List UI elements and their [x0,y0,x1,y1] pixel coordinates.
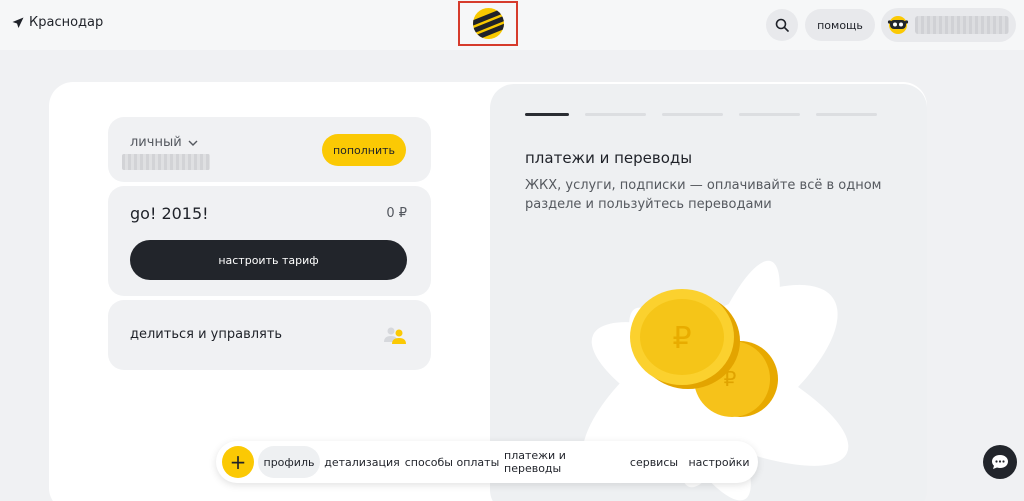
svg-text:₽: ₽ [672,321,691,356]
share-manage-card[interactable]: делиться и управлять [108,300,431,370]
city-label: Краснодар [29,15,104,30]
nav-tab-payment-methods[interactable]: способы оплаты [404,446,500,478]
bottom-navigation: + профиль детализация способы оплаты пла… [216,441,758,483]
slide-progress [525,113,877,116]
logo-highlight [458,1,518,46]
account-type-label: личный [130,135,182,150]
slide-indicator[interactable] [585,113,646,116]
search-button[interactable] [766,9,798,41]
topup-button[interactable]: пополнить [322,134,406,166]
help-button[interactable]: помощь [805,9,875,41]
slide-indicator[interactable] [816,113,877,116]
header: Краснодар помощь [0,0,1024,50]
users-icon [384,327,406,344]
plus-button[interactable]: + [222,446,254,478]
nav-tab-payments-transfers[interactable]: платежи и переводы [504,446,622,478]
tariff-price: 0 ₽ [386,206,407,221]
location-arrow-icon [12,17,24,28]
chat-icon [992,455,1008,469]
tariff-name: go! 2015! [130,204,209,223]
share-manage-label: делиться и управлять [130,327,283,342]
nav-tab-profile[interactable]: профиль [258,446,320,478]
nav-tab-services[interactable]: сервисы [626,446,682,478]
nav-tab-settings[interactable]: настройки [686,446,752,478]
chat-button[interactable] [983,445,1017,479]
profile-button[interactable] [881,8,1016,42]
nav-tab-details[interactable]: детализация [324,446,400,478]
avatar-icon [887,16,909,34]
slide-indicator[interactable] [525,113,569,116]
promo-text: ЖКХ, услуги, подписки — оплачивайте всё … [525,178,882,212]
city-selector[interactable]: Краснодар [12,15,103,30]
promo-title: платежи и переводы [525,149,693,167]
slide-indicator[interactable] [662,113,723,116]
account-type-selector[interactable]: личный [130,135,198,150]
search-icon [775,18,789,32]
chevron-down-icon [188,140,198,146]
promo-banner[interactable]: платежи и переводы ЖКХ, услуги, подписки… [490,84,927,501]
profile-name-redacted [915,16,1009,34]
account-card: личный пополнить [108,117,431,182]
beeline-logo[interactable] [473,8,504,39]
account-number-redacted [122,154,210,170]
tariff-card: go! 2015! 0 ₽ настроить тариф [108,186,431,296]
configure-tariff-button[interactable]: настроить тариф [130,240,407,280]
slide-indicator[interactable] [739,113,800,116]
plus-icon: + [229,450,247,474]
